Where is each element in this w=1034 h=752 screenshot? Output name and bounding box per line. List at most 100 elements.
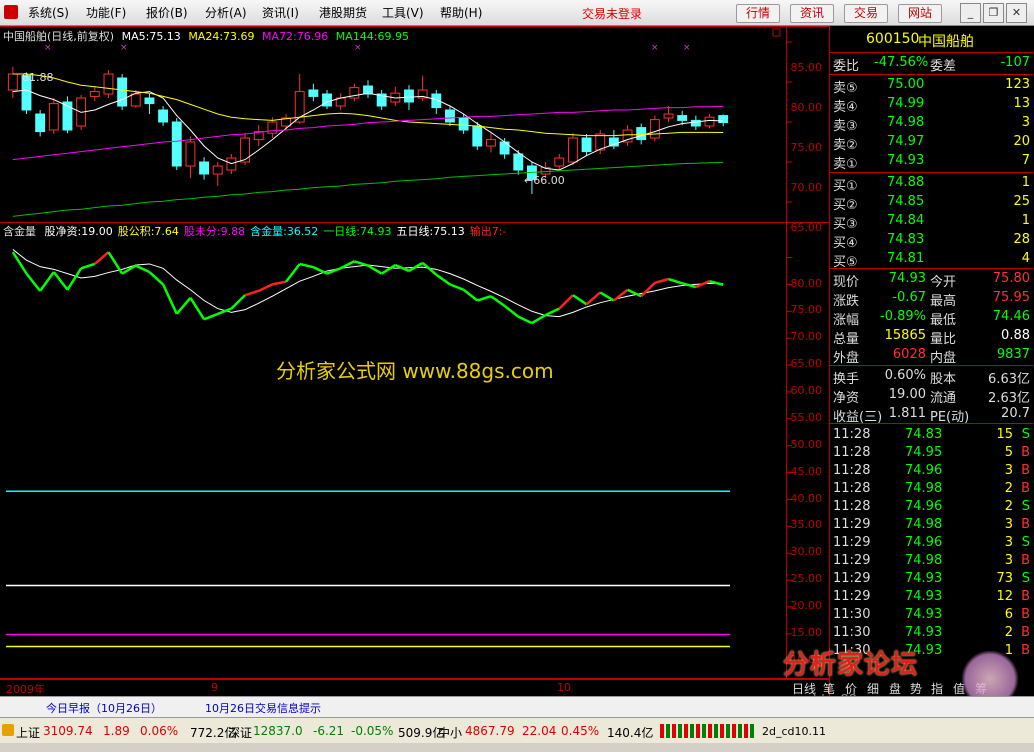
trade-button[interactable]: 交易 xyxy=(844,4,888,23)
candle-body xyxy=(404,89,414,103)
panel-tab-7[interactable]: 值 xyxy=(953,680,965,697)
sz-index-change: -6.21 xyxy=(313,724,345,738)
tick-time: 11:30 xyxy=(833,607,871,622)
indicator-legend-3: 含金量:36.52 xyxy=(250,225,319,238)
tick-price: 74.98 xyxy=(905,553,943,568)
menu-quote[interactable]: 报价(B) xyxy=(146,4,188,21)
bid-price: 74.81 xyxy=(887,251,925,266)
candle-body xyxy=(581,137,592,153)
quote-panel: 600150 中国船舶 委比 -47.56% 委差 -107 卖⑤ 75.00 12… xyxy=(829,26,1033,696)
panel-tab-3[interactable]: 细 xyxy=(867,680,879,697)
event-marker-icon: × xyxy=(651,43,659,53)
one-day-line-segment xyxy=(490,295,506,307)
event-marker-icon: × xyxy=(44,43,52,53)
panel-tab-1[interactable]: 笔 xyxy=(823,680,835,697)
candle-body xyxy=(704,116,715,127)
minimize-icon[interactable]: _ xyxy=(960,3,981,23)
news-item-trading[interactable]: 10月26日交易信息提示 xyxy=(205,700,321,716)
stock-name: 中国船舶 xyxy=(918,34,974,50)
menu-tools[interactable]: 工具(V) xyxy=(382,4,424,21)
candle-body xyxy=(677,115,688,121)
bid-label: 买④ xyxy=(833,236,858,251)
candle-body xyxy=(185,141,196,167)
one-day-line-segment xyxy=(353,260,369,267)
tick-time: 11:28 xyxy=(833,463,871,478)
news-button[interactable]: 资讯 xyxy=(790,4,834,23)
time-label-oct: 10 xyxy=(557,681,571,694)
menu-info[interactable]: 资讯(I) xyxy=(262,4,299,21)
ask-volume: 13 xyxy=(1013,96,1030,111)
one-day-line-segment xyxy=(476,295,492,302)
one-day-line-segment xyxy=(80,262,96,270)
indicator-legend-1: 股公积:7.64 xyxy=(117,225,179,238)
menu-hk-futures[interactable]: 港股期货 xyxy=(319,4,367,21)
indicator-axis-tick: 45.00 xyxy=(790,464,823,478)
ma24-label: MA24:73.69 xyxy=(188,30,255,43)
ask-price: 74.99 xyxy=(887,96,925,111)
menu-help[interactable]: 帮助(H) xyxy=(440,4,482,21)
price-axis-tick: 70.00 xyxy=(790,181,823,194)
panel-tab-5[interactable]: 势 xyxy=(910,680,922,697)
panel-tab-8[interactable]: 筹 xyxy=(975,680,987,697)
event-marker-icon: × xyxy=(120,43,128,53)
sh-index-pct: 0.06% xyxy=(140,724,179,738)
one-day-line-segment xyxy=(135,264,150,274)
candle-body xyxy=(158,109,169,123)
quote-value: 0.88 xyxy=(1001,328,1030,343)
fundamental-value: 1.811 xyxy=(888,406,926,421)
news-item-morning[interactable]: 今日早报（10月26日） xyxy=(46,700,162,716)
candle-body xyxy=(472,125,483,147)
indicator-axis-tick: 25.00 xyxy=(790,572,823,586)
tick-time: 11:30 xyxy=(833,625,871,640)
candle-body xyxy=(649,119,660,139)
tick-side: B xyxy=(1021,589,1030,604)
bid-label: 买① xyxy=(833,179,858,194)
close-icon[interactable]: ✕ xyxy=(1006,3,1027,23)
menu-analysis[interactable]: 分析(A) xyxy=(205,4,247,21)
quote-label: 涨幅 xyxy=(833,313,860,328)
tick-volume: 3 xyxy=(1004,517,1013,532)
panel-tab-4[interactable]: 盘 xyxy=(889,680,901,697)
quote-value: -0.67 xyxy=(892,290,926,305)
tick-row: 11:29 74.93 73 S xyxy=(830,570,1033,589)
bid-volume: 1 xyxy=(1021,213,1030,228)
bid-volume: 1 xyxy=(1021,175,1030,190)
low-marker-label: ←66.00 xyxy=(524,174,565,187)
one-day-line-segment xyxy=(107,251,124,275)
fundamental-label: 换手 xyxy=(833,372,860,387)
stock-code: 600150 xyxy=(866,31,920,47)
indicator-axis-tick: 65.00 xyxy=(790,357,823,371)
fundamental-label: 股本 xyxy=(930,372,957,387)
one-day-line-segment xyxy=(503,304,520,318)
quote-label: 现价 xyxy=(833,275,860,290)
panel-tab-0[interactable]: 日线 xyxy=(792,680,816,697)
fundamental-row: 换手 0.60% 股本 6.63亿 xyxy=(830,367,1033,387)
menu-function[interactable]: 功能(F) xyxy=(86,4,126,21)
tick-time: 11:28 xyxy=(833,427,871,442)
quotes-button[interactable]: 行情 xyxy=(736,4,780,23)
price-axis-tick: 80.00 xyxy=(790,101,823,114)
panel-tab-6[interactable]: 指 xyxy=(931,680,943,697)
status-icon xyxy=(2,724,14,736)
menu-system[interactable]: 系统(S) xyxy=(28,4,69,21)
indicator-axis-tick: 55.00 xyxy=(790,410,823,424)
tick-row: 11:29 74.98 3 B xyxy=(830,516,1033,535)
one-day-line-segment xyxy=(599,291,615,302)
panel-tab-2[interactable]: 价 xyxy=(845,680,857,697)
restore-icon[interactable]: ❐ xyxy=(983,3,1004,23)
website-button[interactable]: 网站 xyxy=(898,4,942,23)
indicator-legend-0: 股净资:19.00 xyxy=(44,225,113,238)
quote-value: 74.93 xyxy=(888,271,926,286)
indicator-axis-tick: 60.00 xyxy=(790,384,823,398)
candle-body xyxy=(144,97,155,105)
tick-time: 11:29 xyxy=(833,571,871,586)
indicator-legend-2: 股未分:9.88 xyxy=(183,225,246,238)
quote-label: 最高 xyxy=(930,294,957,309)
ask-price: 74.93 xyxy=(887,153,925,168)
ask-label: 卖⑤ xyxy=(833,81,858,96)
tick-time: 11:28 xyxy=(833,445,871,460)
candle-body xyxy=(458,117,469,131)
indicator-axis-tick: 20.00 xyxy=(790,599,823,613)
bid-row: 买④ 74.83 28 xyxy=(830,231,1033,251)
trade-login-status[interactable]: 交易未登录 xyxy=(582,5,642,22)
